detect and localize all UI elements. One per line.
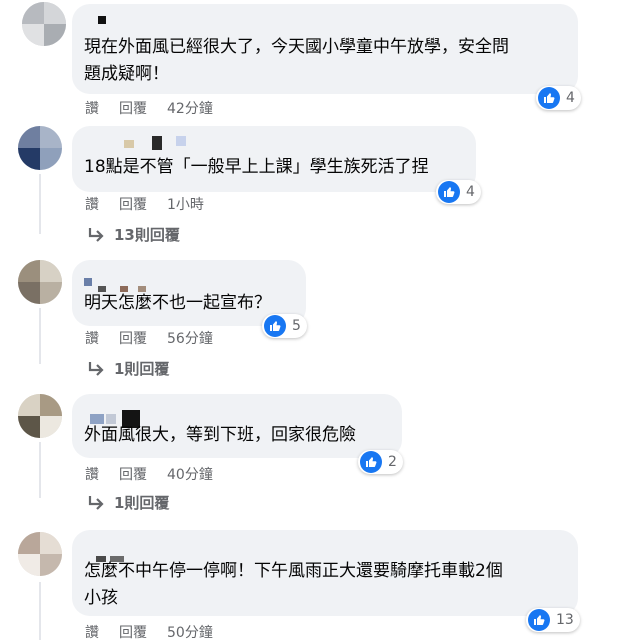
timestamp[interactable]: 56分鐘 bbox=[167, 328, 213, 348]
comment-actions: 讚 回覆 50分鐘 bbox=[85, 622, 213, 642]
comment-bubble: 外面風很大，等到下班，回家很危險 bbox=[72, 394, 402, 458]
like-link[interactable]: 讚 bbox=[85, 464, 99, 484]
thread-line bbox=[39, 308, 41, 364]
comment-text: 現在外面風已經很大了，今天國小學童中午放學，安全問 題成疑啊！ bbox=[84, 37, 509, 84]
thread-line bbox=[39, 174, 41, 234]
comment-text: 怎麼不中午停一停啊！下午風雨正大還要騎摩托車載2個 小孩 bbox=[84, 561, 503, 608]
avatar[interactable] bbox=[18, 532, 62, 576]
reaction-summary[interactable]: 13 bbox=[526, 608, 580, 632]
comment-text: 18點是不管「一般早上上課」學生族死活了捏 bbox=[84, 157, 429, 177]
view-replies-link[interactable]: 1則回覆 bbox=[86, 358, 169, 379]
like-link[interactable]: 讚 bbox=[85, 98, 99, 118]
reply-link[interactable]: 回覆 bbox=[119, 98, 147, 118]
reply-link[interactable]: 回覆 bbox=[119, 194, 147, 214]
replies-count: 1則回覆 bbox=[114, 494, 170, 512]
reply-link[interactable]: 回覆 bbox=[119, 464, 147, 484]
thread-line bbox=[39, 442, 41, 498]
avatar[interactable] bbox=[18, 260, 62, 304]
reaction-count: 5 bbox=[292, 318, 301, 334]
reply-arrow-icon bbox=[88, 227, 104, 242]
reply-link[interactable]: 回覆 bbox=[119, 622, 147, 642]
timestamp[interactable]: 40分鐘 bbox=[167, 464, 213, 484]
reply-arrow-icon bbox=[88, 495, 104, 510]
timestamp[interactable]: 1小時 bbox=[167, 194, 204, 214]
comment: 18點是不管「一般早上上課」學生族死活了捏 4 讚 回覆 1小時 13則回覆 bbox=[0, 120, 631, 250]
view-replies-link[interactable]: 1則回覆 bbox=[86, 492, 169, 513]
comment-actions: 讚 回覆 42分鐘 bbox=[85, 98, 213, 118]
comment-bubble: 怎麼不中午停一停啊！下午風雨正大還要騎摩托車載2個 小孩 bbox=[72, 530, 578, 616]
reaction-count: 4 bbox=[566, 90, 575, 106]
like-link[interactable]: 讚 bbox=[85, 328, 99, 348]
timestamp[interactable]: 42分鐘 bbox=[167, 98, 213, 118]
avatar[interactable] bbox=[18, 394, 62, 438]
comment: 現在外面風已經很大了，今天國小學童中午放學，安全問 題成疑啊！ 4 讚 回覆 4… bbox=[0, 0, 631, 118]
comment-text: 明天怎麼不也一起宣布？ bbox=[84, 293, 271, 313]
reaction-count: 4 bbox=[466, 184, 475, 200]
comment-bubble: 18點是不管「一般早上上課」學生族死活了捏 bbox=[72, 126, 476, 192]
replies-count: 1則回覆 bbox=[114, 360, 170, 378]
reaction-count: 2 bbox=[388, 454, 397, 470]
comment-actions: 讚 回覆 56分鐘 bbox=[85, 328, 213, 348]
like-link[interactable]: 讚 bbox=[85, 194, 99, 214]
timestamp[interactable]: 50分鐘 bbox=[167, 622, 213, 642]
comment-text: 外面風很大，等到下班，回家很危險 bbox=[84, 425, 356, 445]
thumbs-up-icon bbox=[264, 315, 286, 337]
reaction-count: 13 bbox=[556, 612, 574, 628]
thread-line bbox=[39, 582, 41, 640]
comment: 明天怎麼不也一起宣布？ 5 讚 回覆 56分鐘 1則回覆 bbox=[0, 256, 631, 386]
thumbs-up-icon bbox=[528, 609, 550, 631]
avatar[interactable] bbox=[22, 2, 66, 46]
reaction-summary[interactable]: 5 bbox=[262, 314, 307, 338]
comment-actions: 讚 回覆 40分鐘 bbox=[85, 464, 213, 484]
view-replies-link[interactable]: 13則回覆 bbox=[86, 224, 180, 245]
reaction-summary[interactable]: 4 bbox=[436, 180, 481, 204]
thumbs-up-icon bbox=[360, 451, 382, 473]
reaction-summary[interactable]: 2 bbox=[358, 450, 403, 474]
comment-actions: 讚 回覆 1小時 bbox=[85, 194, 204, 214]
thumbs-up-icon bbox=[538, 87, 560, 109]
reaction-summary[interactable]: 4 bbox=[536, 86, 581, 110]
replies-count: 13則回覆 bbox=[114, 226, 180, 244]
comment-bubble: 現在外面風已經很大了，今天國小學童中午放學，安全問 題成疑啊！ bbox=[72, 4, 578, 94]
reply-link[interactable]: 回覆 bbox=[119, 328, 147, 348]
avatar[interactable] bbox=[18, 126, 62, 170]
thumbs-up-icon bbox=[438, 181, 460, 203]
comment: 外面風很大，等到下班，回家很危險 2 讚 回覆 40分鐘 1則回覆 bbox=[0, 390, 631, 520]
like-link[interactable]: 讚 bbox=[85, 622, 99, 642]
comment: 怎麼不中午停一停啊！下午風雨正大還要騎摩托車載2個 小孩 13 讚 回覆 50分… bbox=[0, 526, 631, 642]
reply-arrow-icon bbox=[88, 361, 104, 376]
